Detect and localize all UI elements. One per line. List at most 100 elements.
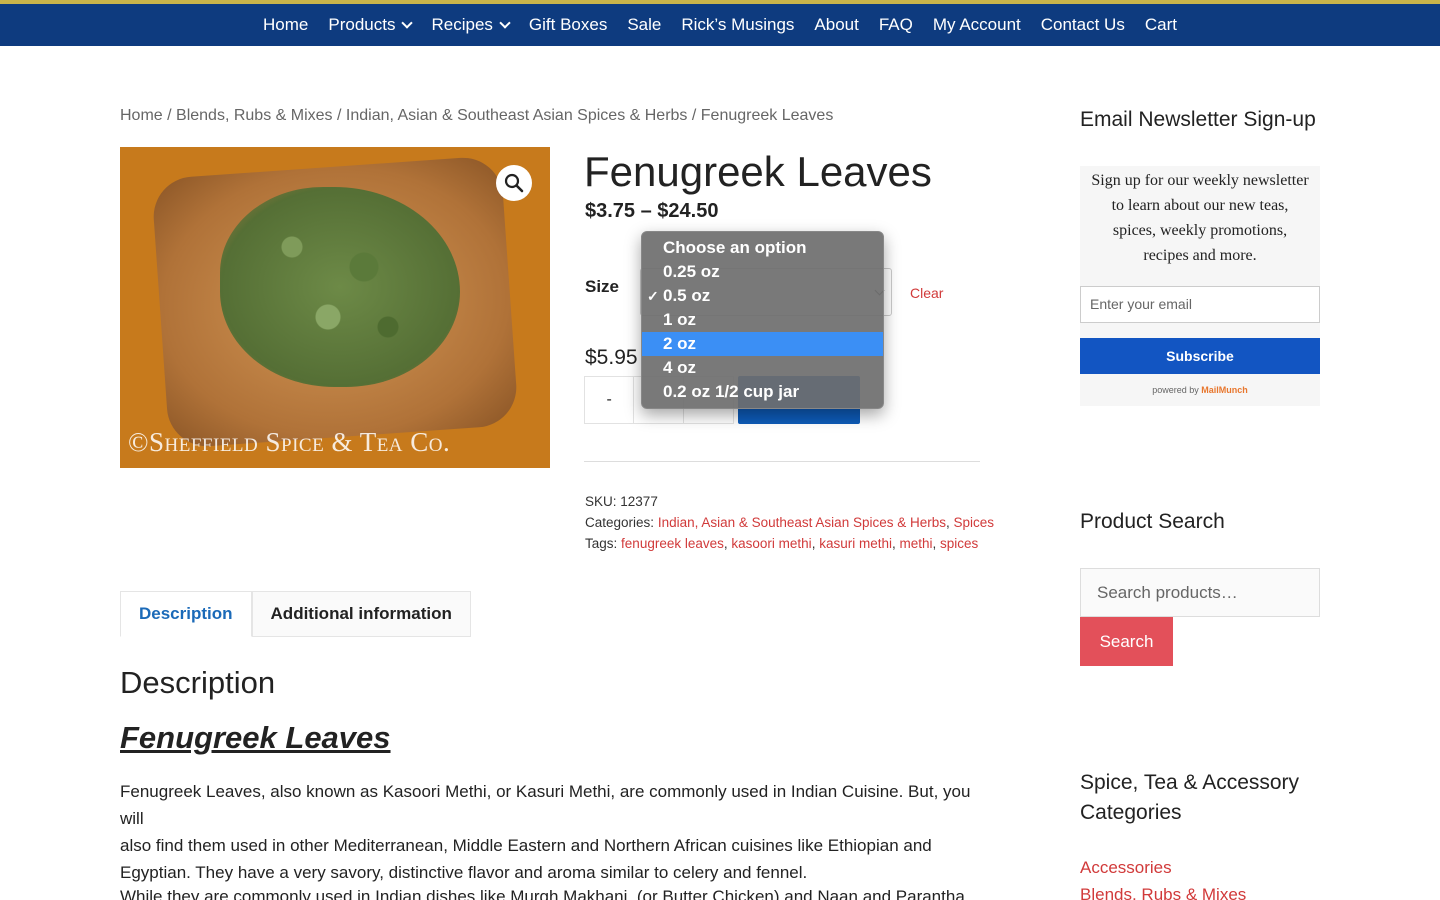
- breadcrumb-current: Fenugreek Leaves: [700, 107, 834, 124]
- nav-item-sale[interactable]: Sale: [627, 15, 661, 35]
- nav-label: About: [814, 15, 859, 34]
- nav-item-cart[interactable]: Cart: [1145, 15, 1177, 35]
- nav-label: My Account: [932, 15, 1021, 34]
- quantity-minus-button[interactable]: -: [585, 377, 635, 423]
- newsletter-text-line: Sign up for our weekly newsletter: [1091, 172, 1309, 189]
- option-label: 2 oz: [663, 334, 697, 353]
- breadcrumb-subcategory-link[interactable]: Indian, Asian & Southeast Asian Spices &…: [346, 107, 688, 124]
- nav-label: Cart: [1144, 15, 1177, 34]
- option-label: 0.2 oz 1/2 cup jar: [663, 382, 800, 401]
- paragraph-line: Egyptian. They have a very savory, disti…: [120, 863, 808, 882]
- categories-title-line: Spice, Tea & Accessory: [1080, 771, 1300, 794]
- category-link[interactable]: Spices: [954, 515, 995, 530]
- size-dropdown-menu: Choose an option 0.25 oz ✓ 0.5 oz 1 oz 2 …: [641, 231, 884, 409]
- nav-label: Gift Boxes: [528, 15, 608, 34]
- dropdown-option[interactable]: 0.25 oz: [642, 260, 883, 284]
- nav-item-about[interactable]: About: [814, 15, 858, 35]
- nav-item-contact-us[interactable]: Contact Us: [1041, 15, 1125, 35]
- category-link-blends[interactable]: Blends, Rubs & Mixes: [1080, 885, 1246, 900]
- categories-title-line: Categories: [1080, 801, 1182, 824]
- newsletter-widget: Sign up for our weekly newsletter to lea…: [1080, 166, 1320, 406]
- nav-item-gift-boxes[interactable]: Gift Boxes: [529, 15, 607, 35]
- categories-label: Categories:: [585, 515, 655, 530]
- breadcrumb-category-link[interactable]: Blends, Rubs & Mixes: [176, 107, 333, 124]
- option-label: 0.5 oz: [663, 286, 711, 305]
- nav-label: Recipes: [431, 15, 493, 34]
- tag-link[interactable]: kasoori methi: [731, 536, 811, 551]
- subscribe-button[interactable]: Subscribe: [1080, 338, 1320, 374]
- product-search-title: Product Search: [1080, 510, 1225, 533]
- paragraph-line: Fenugreek Leaves, also known as Kasoori …: [120, 782, 971, 828]
- search-button[interactable]: Search: [1080, 617, 1173, 666]
- dropdown-option-highlighted[interactable]: 2 oz: [642, 332, 883, 356]
- dropdown-option[interactable]: 4 oz: [642, 356, 883, 380]
- description-paragraph-2: While they are commonly used in Indian d…: [120, 887, 965, 900]
- magnifier-icon: [504, 173, 524, 193]
- newsletter-text-line: recipes and more.: [1143, 247, 1257, 264]
- tag-link[interactable]: methi: [900, 536, 933, 551]
- main-nav: Home Products Recipes Gift Boxes Sale Ri…: [0, 4, 1440, 46]
- breadcrumb: Home / Blends, Rubs & Mixes / Indian, As…: [120, 107, 833, 125]
- nav-label: Home: [263, 15, 309, 34]
- sku-line: SKU: 12377: [585, 494, 658, 509]
- description-subheading: Fenugreek Leaves: [120, 720, 391, 755]
- nav-label: Rick’s Musings: [681, 15, 795, 34]
- option-label: 0.25 oz: [663, 262, 720, 281]
- breadcrumb-home-link[interactable]: Home: [120, 107, 163, 124]
- nav-item-faq[interactable]: FAQ: [879, 15, 913, 35]
- dropdown-option-selected[interactable]: ✓ 0.5 oz: [642, 284, 883, 308]
- nav-label: Products: [328, 15, 396, 34]
- product-title: Fenugreek Leaves: [584, 148, 932, 195]
- nav-label: Contact Us: [1040, 15, 1125, 34]
- dropdown-option[interactable]: Choose an option: [642, 236, 883, 260]
- tag-link[interactable]: fenugreek leaves: [621, 536, 724, 551]
- zoom-icon[interactable]: [496, 165, 532, 201]
- option-label: 4 oz: [663, 358, 697, 377]
- price-range: $3.75 – $24.50: [585, 200, 719, 222]
- newsletter-text-line: spices, weekly promotions,: [1112, 222, 1288, 239]
- clear-link[interactable]: Clear: [910, 285, 943, 301]
- paragraph-line: also find them used in other Mediterrane…: [120, 836, 932, 855]
- category-link-accessories[interactable]: Accessories: [1080, 858, 1172, 878]
- nav-item-my-account[interactable]: My Account: [933, 15, 1021, 35]
- category-link[interactable]: Indian, Asian & Southeast Asian Spices &…: [658, 515, 946, 530]
- product-tabs: Description Additional information: [120, 591, 471, 637]
- categories-title: Spice, Tea & Accessory Categories: [1080, 768, 1299, 828]
- nav-item-products[interactable]: Products: [328, 15, 414, 35]
- nav-item-home[interactable]: Home: [263, 15, 308, 35]
- option-label: 1 oz: [663, 310, 697, 329]
- description-paragraph: Fenugreek Leaves, also known as Kasoori …: [120, 778, 990, 886]
- newsletter-text-line: to learn about our new teas,: [1111, 197, 1289, 214]
- dropdown-option[interactable]: 0.2 oz 1/2 cup jar: [642, 380, 883, 404]
- divider: [584, 461, 980, 462]
- nav-item-recipes[interactable]: Recipes: [431, 15, 511, 35]
- sku-value: 12377: [620, 494, 658, 509]
- search-input[interactable]: Search products…: [1080, 568, 1320, 617]
- newsletter-text: Sign up for our weekly newsletter to lea…: [1080, 166, 1320, 268]
- sku-label: SKU:: [585, 494, 617, 509]
- mailmunch-logo: MailMunch: [1201, 385, 1248, 395]
- nav-label: FAQ: [878, 15, 913, 34]
- breadcrumb-separator: /: [687, 107, 701, 124]
- tab-additional-information[interactable]: Additional information: [251, 591, 471, 637]
- breadcrumb-separator: /: [332, 107, 346, 124]
- nav-item-ricks-musings[interactable]: Rick’s Musings: [681, 15, 794, 35]
- email-field[interactable]: Enter your email: [1080, 286, 1320, 323]
- categories-line: Categories: Indian, Asian & Southeast As…: [585, 515, 995, 530]
- tags-label: Tags:: [585, 536, 618, 551]
- tab-description[interactable]: Description: [120, 591, 252, 637]
- chevron-down-icon[interactable]: [401, 16, 414, 29]
- product-image[interactable]: ©Sheffield Spice & Tea Co.: [120, 147, 550, 468]
- tags-line: Tags: fenugreek leaves, kasoori methi, k…: [585, 536, 979, 551]
- description-heading: Description: [120, 665, 276, 700]
- variation-price: $5.95: [585, 346, 638, 369]
- size-label: Size: [585, 277, 620, 296]
- option-label: Choose an option: [663, 238, 807, 257]
- tag-link[interactable]: spices: [940, 536, 978, 551]
- image-watermark: ©Sheffield Spice & Tea Co.: [128, 427, 451, 457]
- tag-link[interactable]: kasuri methi: [819, 536, 892, 551]
- powered-by[interactable]: powered by MailMunch: [1080, 385, 1320, 395]
- dropdown-option[interactable]: 1 oz: [642, 308, 883, 332]
- chevron-down-icon[interactable]: [499, 16, 511, 29]
- newsletter-title: Email Newsletter Sign-up: [1080, 108, 1316, 131]
